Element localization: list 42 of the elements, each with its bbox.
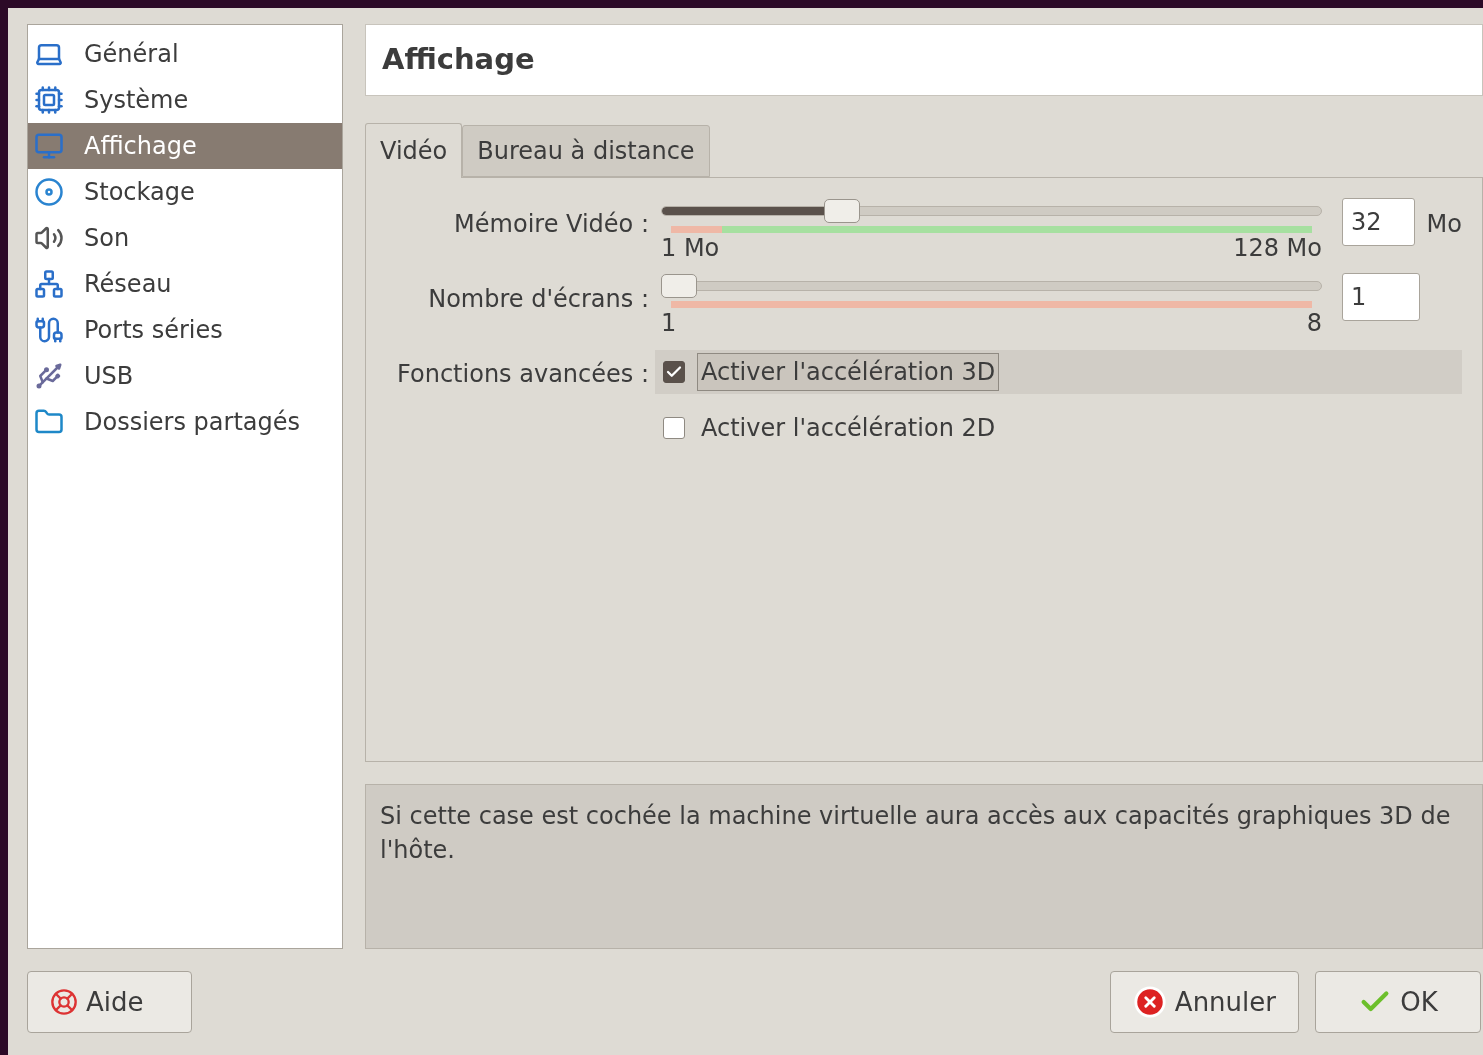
sidebar-item[interactable]: Son (28, 215, 342, 261)
tab[interactable]: Bureau à distance (462, 125, 710, 177)
checkbox-label[interactable]: Activer l'accélération 2D (697, 409, 1000, 447)
help-button[interactable]: Aide (27, 971, 192, 1033)
lifebuoy-icon (50, 988, 78, 1016)
sidebar-item[interactable]: USB (28, 353, 342, 399)
slider-thumb[interactable] (823, 199, 860, 223)
sidebar-item[interactable]: Général (28, 31, 342, 77)
slider-track[interactable] (661, 273, 1322, 299)
slider-min-label: 1 Mo (661, 233, 720, 263)
value-field[interactable]: 32 (1342, 198, 1415, 246)
unit-label: Mo (1426, 209, 1462, 240)
slider-max-label: 8 (1306, 308, 1322, 338)
close-icon (1132, 985, 1167, 1019)
usb-icon (34, 361, 64, 391)
sidebar-item[interactable]: Réseau (28, 261, 342, 307)
checkbox[interactable] (663, 361, 685, 383)
sidebar-item[interactable]: Stockage (28, 169, 342, 215)
sidebar-item[interactable]: Système (28, 77, 342, 123)
sidebar-item[interactable]: Ports séries (28, 307, 342, 353)
cancel-button[interactable]: Annuler (1109, 971, 1299, 1033)
monitor-icon (34, 131, 64, 161)
slider-thumb[interactable] (661, 274, 697, 298)
sidebar-item[interactable]: Affichage (28, 123, 342, 169)
slider-label: Nombre d'écrans : (427, 284, 650, 315)
page-title: Affichage (382, 41, 535, 79)
slider-track[interactable] (661, 198, 1322, 224)
sidebar-item[interactable]: Dossiers partagés (28, 399, 342, 445)
value-field[interactable]: 1 (1342, 273, 1420, 321)
slider-max-label: 128 Mo (1233, 233, 1322, 263)
description-text: Si cette case est cochée la machine virtuelle aura accès aux capacités graphiques 3D de l'hôte. (380, 801, 1452, 866)
chip-icon (34, 85, 64, 115)
slider-label: Mémoire Vidéo : (453, 209, 650, 240)
tab[interactable]: Vidéo (365, 123, 463, 178)
disc-icon (34, 177, 64, 207)
checkbox-label[interactable]: Activer l'accélération 3D (697, 353, 1000, 391)
ok-button[interactable]: OK (1315, 971, 1481, 1033)
advanced-label: Fonctions avancées : (396, 359, 650, 390)
plug-icon (34, 315, 64, 345)
checkbox[interactable] (663, 417, 685, 439)
slider-min-label: 1 (661, 308, 677, 338)
network-icon (34, 269, 64, 299)
